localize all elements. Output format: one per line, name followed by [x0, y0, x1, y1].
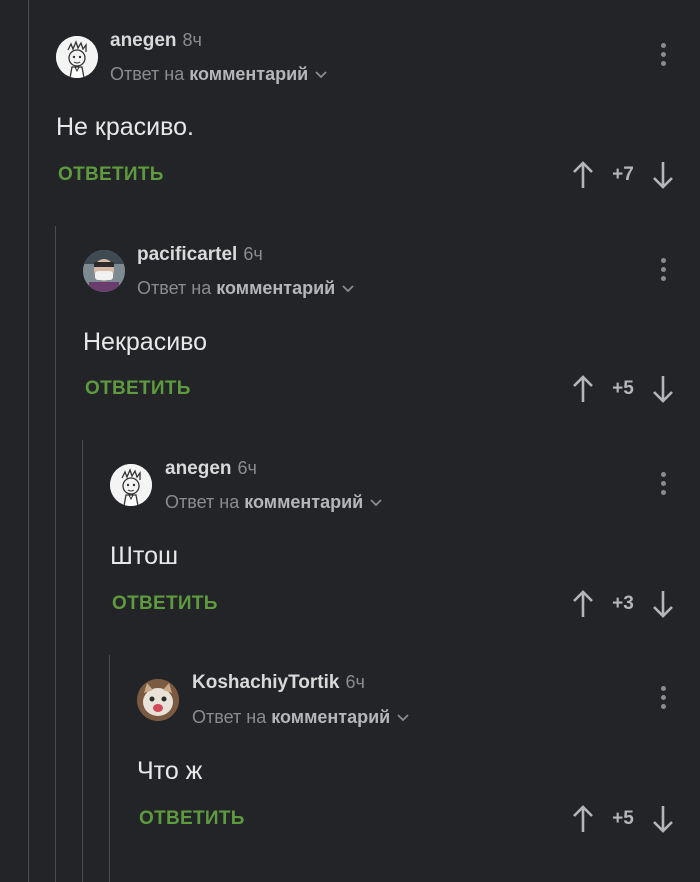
- author-name[interactable]: anegen 6ч: [165, 458, 257, 480]
- comment-score: +5: [612, 378, 634, 399]
- thread-line-level-1: [55, 226, 56, 882]
- chevron-down-icon: [342, 285, 354, 293]
- upvote-arrow-icon[interactable]: [572, 589, 594, 619]
- avatar[interactable]: [137, 679, 179, 721]
- comment-text: Штош: [110, 542, 179, 570]
- thread-line-level-0: [28, 0, 29, 882]
- more-options-icon[interactable]: [661, 43, 667, 69]
- chevron-down-icon: [315, 71, 327, 79]
- upvote-arrow-icon[interactable]: [572, 160, 594, 190]
- reply-button[interactable]: ОТВЕТИТЬ: [85, 378, 191, 400]
- reply-button[interactable]: ОТВЕТИТЬ: [58, 164, 164, 186]
- author-name[interactable]: pacificartel 6ч: [137, 244, 263, 266]
- avatar[interactable]: [83, 250, 125, 292]
- reply-to-link[interactable]: Ответ на комментарий: [192, 707, 410, 728]
- comment-score: +5: [612, 808, 634, 829]
- thread-line-level-3: [109, 655, 110, 882]
- downvote-arrow-icon[interactable]: [652, 589, 674, 619]
- avatar[interactable]: [110, 464, 152, 506]
- avatar[interactable]: [56, 36, 98, 78]
- more-options-icon[interactable]: [661, 686, 667, 712]
- comment-text: Что ж: [137, 757, 203, 785]
- comment-score: +7: [612, 164, 634, 185]
- comment-time: 8ч: [182, 30, 202, 50]
- reply-to-link[interactable]: Ответ на комментарий: [137, 278, 355, 299]
- chevron-down-icon: [397, 714, 409, 722]
- reply-button[interactable]: ОТВЕТИТЬ: [139, 808, 245, 830]
- comment-time: 6ч: [345, 672, 365, 692]
- reply-button[interactable]: ОТВЕТИТЬ: [112, 593, 218, 615]
- downvote-arrow-icon[interactable]: [652, 160, 674, 190]
- more-options-icon[interactable]: [661, 472, 667, 498]
- thread-line-level-2: [82, 440, 83, 882]
- reply-to-link[interactable]: Ответ на комментарий: [165, 492, 383, 513]
- comment-text: Не красиво.: [56, 113, 194, 141]
- more-options-icon[interactable]: [661, 258, 667, 284]
- comment-score: +3: [612, 593, 634, 614]
- downvote-arrow-icon[interactable]: [652, 374, 674, 404]
- comment-text: Некрасиво: [83, 328, 208, 356]
- comment-time: 6ч: [237, 458, 257, 478]
- downvote-arrow-icon[interactable]: [652, 804, 674, 834]
- reply-to-link[interactable]: Ответ на комментарий: [110, 64, 328, 85]
- upvote-arrow-icon[interactable]: [572, 374, 594, 404]
- comment-time: 6ч: [243, 244, 263, 264]
- author-name[interactable]: anegen 8ч: [110, 30, 202, 52]
- chevron-down-icon: [370, 499, 382, 507]
- author-name[interactable]: KoshachiyTortik 6ч: [192, 672, 365, 694]
- upvote-arrow-icon[interactable]: [572, 804, 594, 834]
